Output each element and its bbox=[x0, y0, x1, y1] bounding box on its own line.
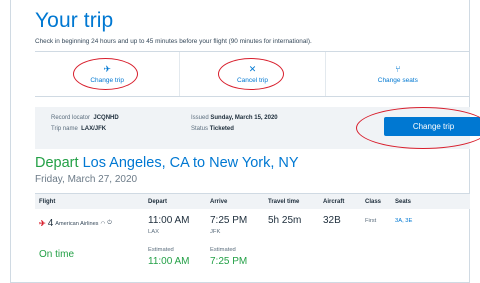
highlight-circle bbox=[356, 107, 480, 149]
col-flight: Flight bbox=[39, 199, 56, 205]
col-arrive: Arrive bbox=[210, 199, 228, 205]
col-depart: Depart bbox=[148, 199, 168, 205]
estimated-depart-time: 11:00 AM bbox=[148, 256, 190, 267]
highlight-circle bbox=[73, 58, 138, 90]
col-travel-time: Travel time bbox=[268, 199, 300, 205]
flight-cell: ✈ 4 American Airlines ◠ ⏻ bbox=[39, 218, 112, 229]
trip-name: Trip name LAX/JFK bbox=[51, 126, 107, 132]
table-header: Flight Depart Arrive Travel time Aircraf… bbox=[35, 194, 470, 209]
trip-record-panel: Record locator JCQNHD Trip name LAX/JFK … bbox=[35, 107, 480, 149]
seats-link[interactable]: 3A, 3E bbox=[395, 218, 412, 224]
change-seats-action[interactable]: ⑂ Change seats bbox=[324, 52, 470, 96]
col-aircraft: Aircraft bbox=[323, 199, 345, 205]
arrive-airport: JFK bbox=[210, 229, 221, 235]
power-icon: ⏻ bbox=[107, 220, 112, 226]
estimated-arrive-label: Estimated bbox=[210, 247, 236, 253]
flight-date: Friday, March 27, 2020 bbox=[35, 174, 138, 185]
route-text: Los Angeles, CA to New York, NY bbox=[82, 155, 299, 171]
change-trip-action[interactable]: ✈ Change trip bbox=[35, 52, 179, 96]
depart-label: Depart bbox=[35, 155, 79, 171]
cancel-trip-action[interactable]: ✕ Cancel trip bbox=[179, 52, 324, 96]
depart-time: 11:00 AM bbox=[148, 215, 190, 226]
aircraft: 32B bbox=[323, 215, 341, 226]
american-airlines-logo-icon: ✈ bbox=[39, 219, 46, 228]
estimated-depart-label: Estimated bbox=[148, 247, 174, 253]
change-seats-action-label: Change seats bbox=[377, 77, 418, 84]
flight-route-heading: Depart Los Angeles, CA to New York, NY bbox=[35, 155, 299, 171]
wifi-icon: ◠ bbox=[100, 220, 106, 227]
travel-time: 5h 25m bbox=[268, 215, 302, 226]
record-locator: Record locator JCQNHD bbox=[51, 115, 119, 121]
highlight-circle bbox=[218, 58, 285, 90]
issued-date: Issued Sunday, March 15, 2020 bbox=[191, 115, 278, 121]
arrive-time: 7:25 PM bbox=[210, 215, 248, 226]
cabin-class: First bbox=[365, 218, 377, 224]
flight-status: On time bbox=[39, 249, 75, 260]
checkin-info: Check in beginning 24 hours and up to 45… bbox=[35, 38, 312, 45]
trip-actions-bar: ✈ Change trip ✕ Cancel trip ⑂ Change sea… bbox=[35, 51, 470, 97]
airline-name: American Airlines bbox=[55, 220, 99, 227]
depart-airport: LAX bbox=[148, 229, 159, 235]
flight-table: Flight Depart Arrive Travel time Aircraf… bbox=[35, 193, 470, 271]
col-class: Class bbox=[365, 199, 382, 205]
ticket-status: Status Ticketed bbox=[191, 126, 234, 132]
seat-icon: ⑂ bbox=[395, 64, 401, 74]
trip-page: Your trip Check in beginning 24 hours an… bbox=[10, 0, 480, 283]
col-seats: Seats bbox=[395, 199, 412, 205]
page-title: Your trip bbox=[35, 9, 114, 32]
flight-number: 4 bbox=[47, 218, 54, 229]
estimated-arrive-time: 7:25 PM bbox=[210, 256, 248, 267]
